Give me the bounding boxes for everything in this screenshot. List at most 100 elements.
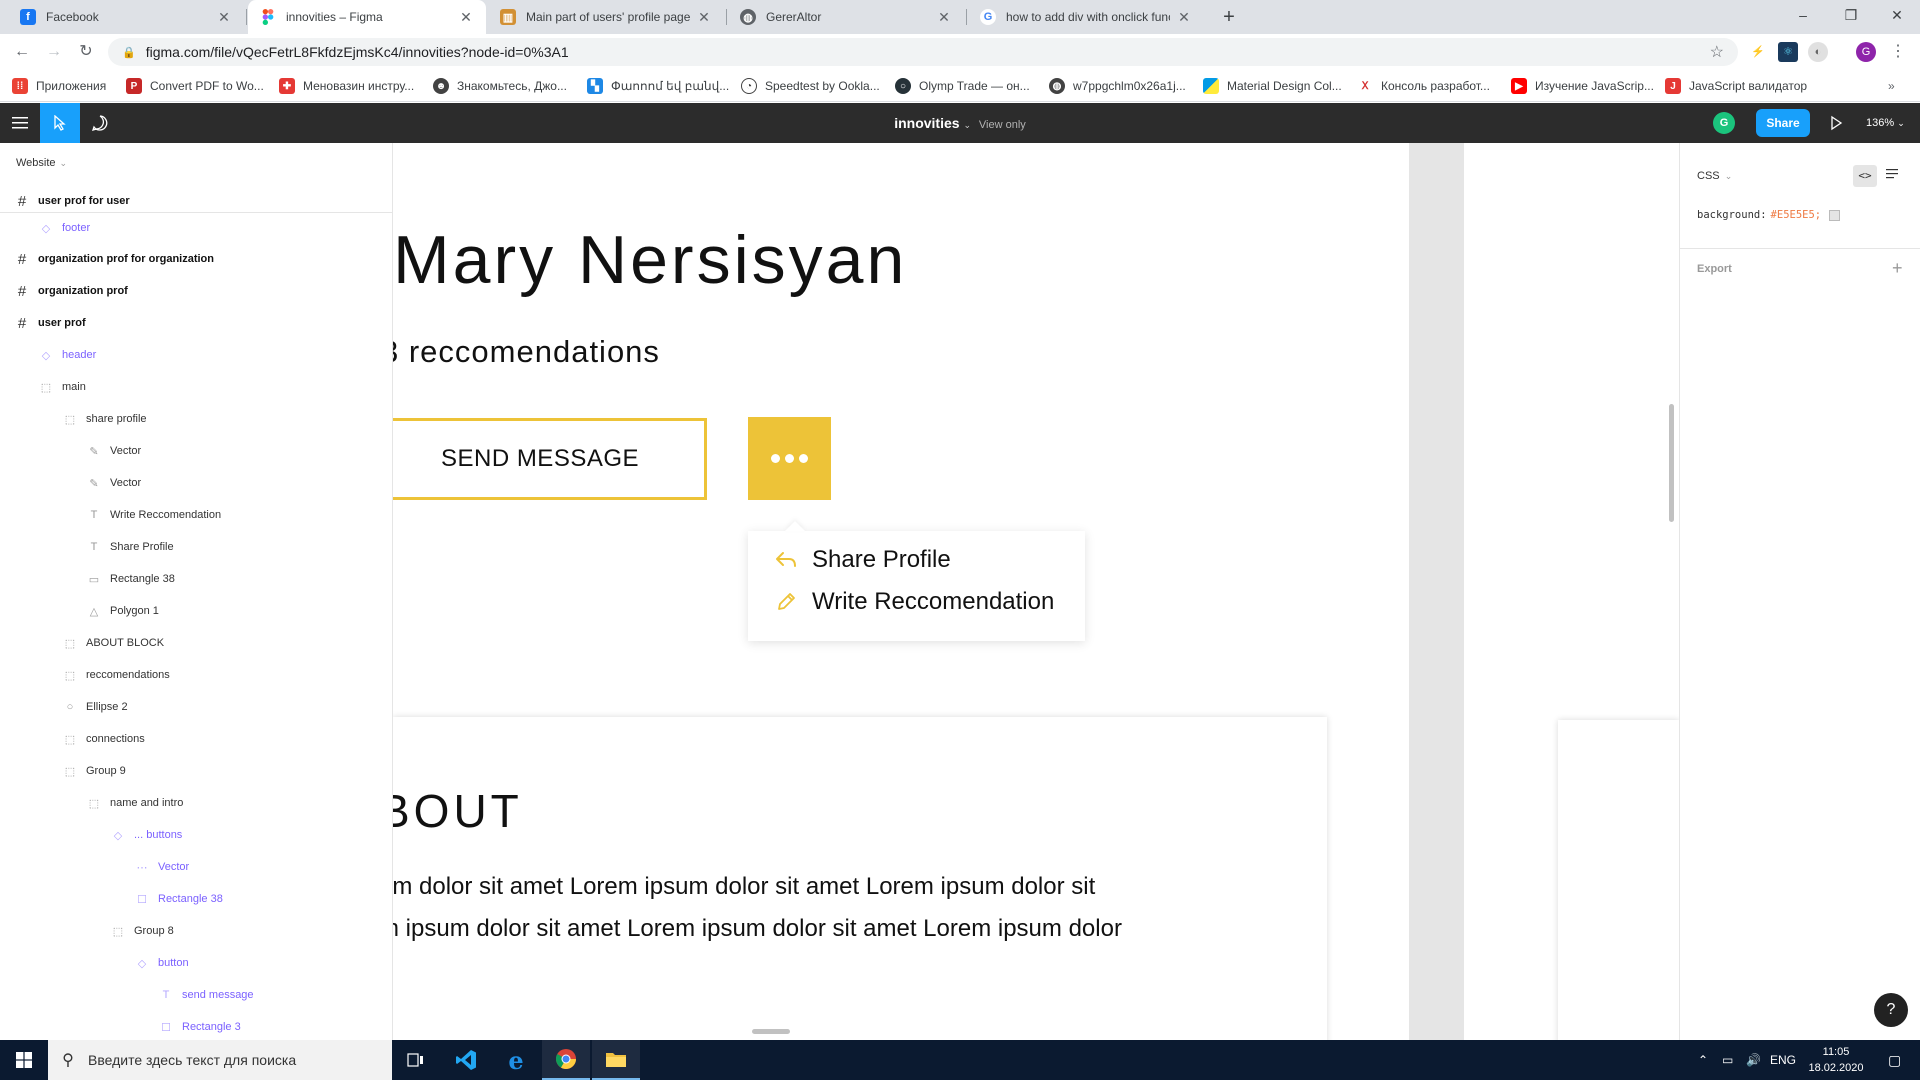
layer-row[interactable]: ▭ Rectangle 38 [0, 563, 392, 595]
google-icon: G [980, 9, 996, 25]
menu-item-share-profile[interactable]: Share Profile [774, 545, 951, 575]
edge-icon[interactable]: e [492, 1040, 540, 1080]
tab-trello[interactable]: ▥ Main part of users' profile page c ✕ [488, 0, 724, 34]
more-options-button[interactable] [748, 417, 831, 500]
comment-tool-icon[interactable] [80, 103, 120, 143]
close-window-button[interactable]: ✕ [1874, 0, 1920, 34]
horizontal-scrollbar[interactable] [752, 1029, 790, 1034]
bookmark-item[interactable]: P Convert PDF to Wo... [126, 76, 264, 96]
profile-avatar[interactable]: G [1856, 42, 1876, 62]
bookmark-item[interactable]: ○ Olymp Trade — он... [895, 76, 1030, 96]
layer-row[interactable]: ✎ Vector [0, 467, 392, 499]
network-icon[interactable]: ▭ [1722, 1040, 1733, 1080]
layer-row[interactable]: ⋯ Vector [0, 851, 392, 883]
close-tab-icon[interactable]: ✕ [936, 9, 952, 26]
bookmark-apps[interactable]: ⁞⁞ Приложения [12, 76, 106, 96]
bookmark-item[interactable]: ◍ w7ppgchlm0x26a1j... [1049, 76, 1186, 96]
bookmark-item[interactable]: ▚ Փաոոոմ եվ բանվ... [587, 76, 729, 96]
new-tab-button[interactable]: + [1216, 4, 1242, 30]
layer-label: send message [182, 989, 254, 1001]
bookmark-star-icon[interactable]: ☆ [1710, 42, 1724, 62]
tab-figma[interactable]: innovities – Figma ✕ [248, 0, 486, 34]
layer-row[interactable]: ⬚ connections [0, 723, 392, 755]
task-view-icon[interactable] [392, 1040, 440, 1080]
back-arrow-icon[interactable]: ← [10, 40, 34, 64]
bookmark-item[interactable]: ▶ Изучение JavaScrip... [1511, 76, 1654, 96]
language-indicator[interactable]: ENG [1770, 1040, 1796, 1080]
close-tab-icon[interactable]: ✕ [216, 9, 232, 26]
chrome-icon[interactable] [542, 1040, 590, 1080]
bookmark-item[interactable]: Ⅹ Консоль разработ... [1357, 76, 1490, 96]
layer-row[interactable]: ✎ Vector [0, 435, 392, 467]
bookmark-item[interactable]: J JavaScript валидатор [1665, 76, 1807, 96]
frame-icon: # [17, 192, 27, 210]
menu-item-write-recommendation[interactable]: Write Reccomendation [774, 587, 1054, 617]
browser-menu-icon[interactable]: ⋮ [1888, 42, 1908, 62]
notifications-icon[interactable]: ▢ [1888, 1040, 1901, 1080]
vscode-icon[interactable] [442, 1040, 490, 1080]
list-view-icon[interactable] [1886, 167, 1900, 181]
vertical-scrollbar[interactable] [1669, 404, 1674, 522]
bookmark-item[interactable]: ☻ Знакомьтесь, Джо... [433, 76, 567, 96]
bookmark-item[interactable]: ✚ Меновазин инстру... [279, 76, 414, 96]
tab-google-search[interactable]: G how to add div with onclick funct ✕ [968, 0, 1204, 34]
tab-facebook[interactable]: f Facebook ✕ [8, 0, 244, 34]
minimize-button[interactable]: – [1780, 0, 1826, 34]
main-menu-icon[interactable] [0, 103, 40, 143]
layer-row[interactable]: ⬚ name and intro [0, 787, 392, 819]
send-message-button[interactable]: SEND MESSAGE [393, 418, 707, 500]
volume-icon[interactable]: 🔊 [1746, 1040, 1761, 1080]
restore-button[interactable]: ❐ [1828, 0, 1874, 34]
design-canvas[interactable]: Mary Nersisyan 3 reccomendations SEND ME… [393, 143, 1679, 1040]
url-bar[interactable]: 🔒 figma.com/file/vQecFetrL8FkfdzEjmsKc4/… [108, 38, 1738, 66]
bookmarks-overflow-icon[interactable]: » [1888, 76, 1895, 96]
extension-bolt-icon[interactable]: ⚡ [1748, 42, 1768, 62]
move-tool-icon[interactable] [40, 103, 80, 143]
present-play-icon[interactable] [1826, 113, 1846, 133]
layer-row[interactable]: ◇ footer [0, 212, 392, 244]
layer-row[interactable]: ◇ button [0, 947, 392, 979]
layer-row[interactable]: ◇ ... buttons [0, 819, 392, 851]
close-tab-icon[interactable]: ✕ [1176, 9, 1192, 26]
layer-row[interactable]: T Write Reccomendation [0, 499, 392, 531]
bookmark-item[interactable]: Material Design Col... [1203, 76, 1342, 96]
layer-row[interactable]: ⬚ Group 8 [0, 915, 392, 947]
help-button[interactable]: ? [1874, 993, 1908, 1027]
reload-icon[interactable]: ↻ [74, 40, 98, 64]
code-language-selector[interactable]: CSS ⌄ [1697, 170, 1732, 182]
taskbar-search[interactable]: ⚲ Введите здесь текст для поиска [48, 1040, 392, 1080]
user-avatar[interactable]: G [1713, 112, 1735, 134]
forward-arrow-icon[interactable]: → [42, 40, 66, 64]
code-view-toggle-icon[interactable]: <> [1853, 165, 1877, 187]
zoom-menu[interactable]: 136% ⌄ [1866, 103, 1905, 143]
system-clock[interactable]: 11:05 18.02.2020 [1796, 1044, 1876, 1076]
bookmark-item[interactable]: ◔ Speedtest by Ookla... [741, 76, 880, 96]
layer-row[interactable]: ⬚ reccomendations [0, 659, 392, 691]
close-tab-icon[interactable]: ✕ [696, 9, 712, 26]
layer-row[interactable]: ○ Ellipse 2 [0, 691, 392, 723]
med-icon: ✚ [279, 78, 295, 94]
layer-row[interactable]: ⬚ main [0, 371, 392, 403]
tray-chevron-up-icon[interactable]: ⌃ [1698, 1040, 1708, 1080]
layer-row[interactable]: # organization prof [0, 275, 392, 307]
layer-row[interactable]: # user prof [0, 307, 392, 339]
layer-row[interactable]: ◇ header [0, 339, 392, 371]
extension-circle-icon[interactable]: ◐ [1808, 42, 1828, 62]
layer-row[interactable]: ☐ Rectangle 3 [0, 1011, 392, 1040]
layer-row[interactable]: ⬚ Group 9 [0, 755, 392, 787]
share-button[interactable]: Share [1756, 109, 1810, 137]
layer-row[interactable]: # organization prof for organization [0, 243, 392, 275]
tab-gereraltor[interactable]: ◍ GererAltor ✕ [728, 0, 964, 34]
layer-row[interactable]: △ Polygon 1 [0, 595, 392, 627]
extension-react-icon[interactable]: ⚛ [1778, 42, 1798, 62]
page-selector[interactable]: Website ⌄ [16, 157, 67, 169]
close-tab-icon[interactable]: ✕ [458, 9, 474, 26]
layer-row[interactable]: Tsend message [0, 979, 392, 1011]
file-explorer-icon[interactable] [592, 1040, 640, 1080]
layer-row[interactable]: ⬚ share profile [0, 403, 392, 435]
layer-row[interactable]: ⬚ ABOUT BLOCK [0, 627, 392, 659]
add-export-icon[interactable]: + [1892, 258, 1903, 279]
layer-row[interactable]: T Share Profile [0, 531, 392, 563]
windows-start-icon[interactable] [0, 1040, 48, 1080]
layer-row[interactable]: ☐ Rectangle 38 [0, 883, 392, 915]
